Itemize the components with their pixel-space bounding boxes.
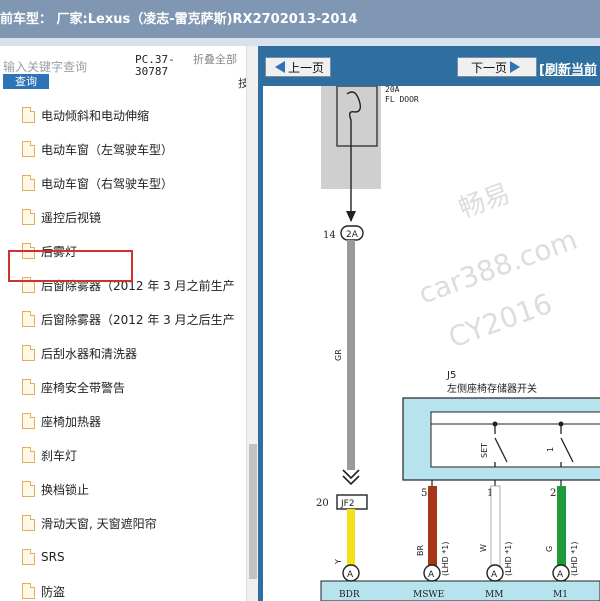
document-icon [22,413,35,429]
tree-item[interactable]: 座椅安全带警告 [0,370,245,404]
document-icon [22,175,35,191]
fuse-name: FL DOOR [385,95,419,104]
connector-a-label: A [347,570,354,580]
connector-a-label: A [491,570,498,580]
arrow-left-icon [274,61,285,73]
doc-code: PC.37-30787 [135,53,175,78]
wire-gr [347,240,355,470]
tree-item-label: 座椅安全带警告 [41,380,126,395]
tree-item-label: 滑动天窗, 天窗遮阳帘 [41,516,157,531]
title-underline [0,38,600,46]
connector-label: 2A [346,230,359,240]
switch-name: 左侧座椅存储器开关 [447,382,537,395]
tree-item-label: 电动车窗（右驾驶车型） [41,176,174,191]
tree-item[interactable]: 滑动天窗, 天窗遮阳帘 [0,506,245,540]
refresh-link[interactable]: [刷新当前 [539,59,597,78]
tree-item-label: 换档锁止 [41,482,90,497]
tree-item[interactable]: 后刮水器和清洗器 [0,336,245,370]
left-pane: 查询 PC.37-30787 折叠全部 技 电动倾斜和电动伸缩 电动车窗（左驾驶… [0,46,258,601]
tree-item-label: 遥控后视镜 [41,210,102,225]
connector-a-label: A [557,570,564,580]
signal-label: MSWE [413,590,444,600]
selection-highlight [8,250,133,282]
signal-label: M1 [553,590,568,600]
tree-item-label: 后窗除雾器（2012 年 3 月之后生产 [41,312,235,327]
document-icon [22,345,35,361]
document-icon [22,107,35,123]
document-icon [22,481,35,497]
connector-a-label: A [428,570,435,580]
wire-label: BR [416,545,425,556]
tree-item-label: 电动车窗（左驾驶车型） [41,142,174,157]
switch-id: J5 [446,370,456,381]
page-toolbar: 上一页 下一页 [刷新当前 [263,46,600,86]
document-icon [22,209,35,225]
switch-frame [430,411,600,468]
right-pane: 上一页 下一页 [刷新当前 畅易 car388.com CY2016 20A F… [263,46,600,601]
document-icon [22,141,35,157]
connector-label: JF2 [340,499,355,509]
tree-item[interactable]: 电动车窗（左驾驶车型） [0,132,245,166]
watermark-url: car388.com [414,223,581,311]
tree-item[interactable]: 防盗 [0,574,245,601]
switch-1-label: 1 [546,447,555,452]
signal-label: MM [485,590,503,600]
left-scrollbar[interactable] [246,46,258,601]
document-icon [22,311,35,327]
query-button[interactable]: 查询 [3,74,49,89]
signal-label: BDR [339,590,360,600]
tree-item[interactable]: 换档锁止 [0,472,245,506]
tree-item-label: 座椅加热器 [41,414,102,429]
tree-item-label: 后刮水器和清洗器 [41,346,138,361]
wiring-diagram: 畅易 car388.com CY2016 20A FL DOOR 14 2A G… [316,86,600,601]
tree-item[interactable]: 电动车窗（右驾驶车型） [0,166,245,200]
chevron-down-icon [342,469,360,486]
document-icon [22,515,35,531]
document-icon [22,447,35,463]
tree-item[interactable]: 后窗除雾器（2012 年 3 月之后生产 [0,302,245,336]
tree-item-label: SRS [41,550,65,564]
tree-item[interactable]: 电动倾斜和电动伸缩 [0,98,245,132]
switch-set-label: SET [480,443,489,458]
scrollbar-thumb[interactable] [249,444,257,579]
arrow-right-icon [510,61,520,73]
next-page-button[interactable]: 下一页 [457,57,537,77]
tree-list: 电动倾斜和电动伸缩 电动车窗（左驾驶车型） 电动车窗（右驾驶车型） 遥控后视镜 … [0,98,245,601]
tree-item-selected[interactable]: 遥控后视镜 [0,200,245,234]
watermark-brand: 畅易 [455,179,514,225]
prev-page-button[interactable]: 上一页 [265,57,331,77]
bottom-connector-strip: A A A A BDR MSWE MM M1 [320,564,600,601]
prev-page-label: 上一页 [287,60,324,75]
tree-item-label: 电动倾斜和电动伸缩 [41,108,150,123]
wire-gr-label: GR [334,349,343,361]
window-title: 前车型： 厂家:Lexus（凌志-雷克萨斯)RX2702013-2014 [0,12,358,27]
wire-label: W [479,544,488,552]
wire-label: G [545,546,554,552]
connector-pin: 14 [323,230,336,241]
tree-item[interactable]: SRS [0,540,245,574]
next-page-label: 下一页 [470,60,507,75]
tree-item[interactable]: 刹车灯 [0,438,245,472]
search-bar: 查询 PC.37-30787 折叠全部 技 [0,46,258,94]
document-icon [22,583,35,599]
document-icon [22,379,35,395]
fuse-rating: 20A [385,86,400,94]
pin-number: 2 [550,488,556,499]
arrow-down-icon [346,211,356,222]
tree-item-label: 刹车灯 [41,448,78,463]
title-bar: 前车型： 厂家:Lexus（凌志-雷克萨斯)RX2702013-2014 [0,0,600,46]
tree-item[interactable]: 座椅加热器 [0,404,245,438]
connector-pin: 20 [316,498,329,509]
pin-number: 5 [421,488,427,499]
tree-item-label: 防盗 [41,584,66,599]
document-icon [22,549,35,565]
collapse-all-button[interactable]: 折叠全部 [193,54,237,65]
